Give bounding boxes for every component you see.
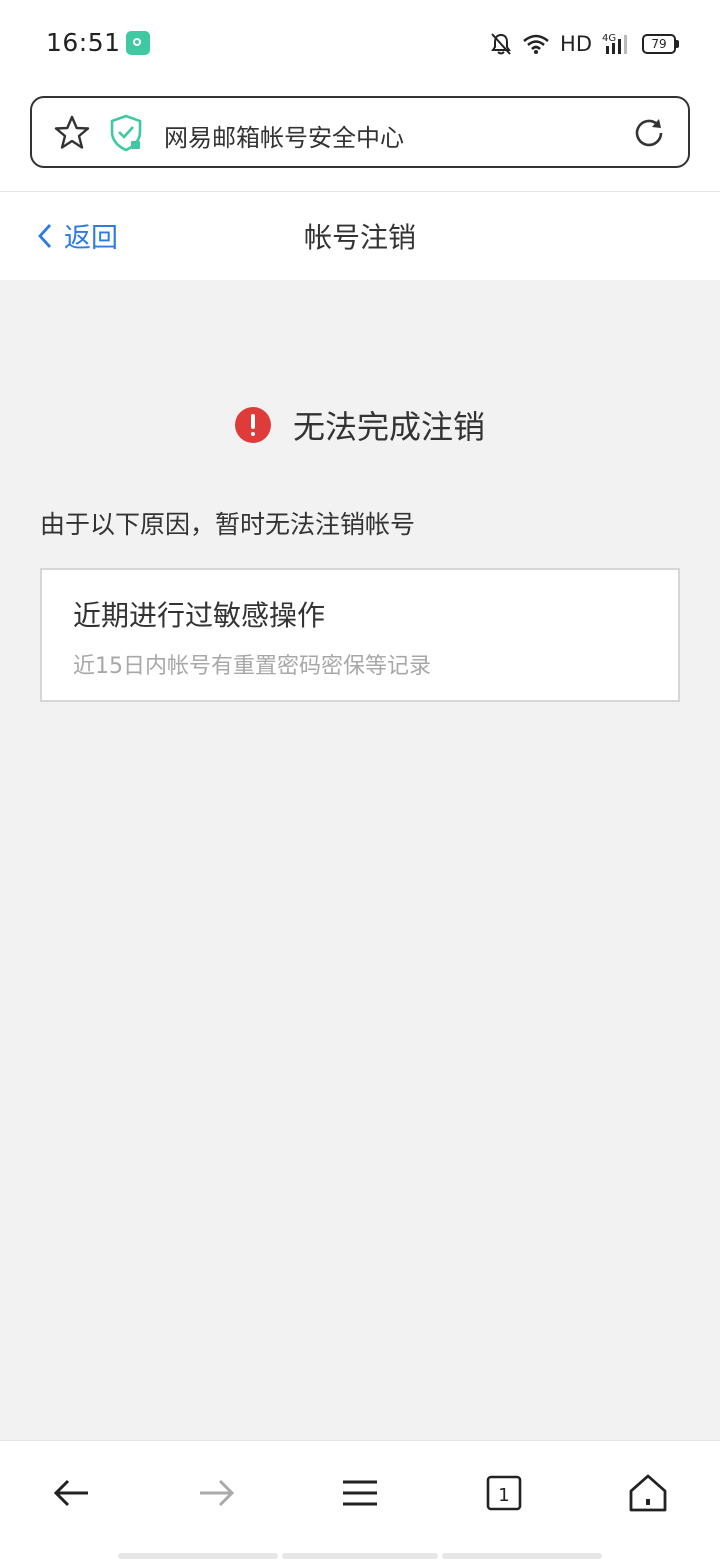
forward-arrow-icon[interactable] — [194, 1471, 238, 1515]
wifi-icon — [523, 34, 549, 54]
status-bar: 16:51 HD 4G 79 — [0, 0, 720, 90]
hd-label: HD — [560, 32, 592, 56]
app-notification-icon — [126, 31, 150, 55]
bell-off-icon — [491, 33, 511, 55]
bookmark-star-icon[interactable] — [52, 113, 92, 153]
reason-intro-text: 由于以下原因，暂时无法注销帐号 — [40, 510, 416, 539]
tab-count: 1 — [498, 1485, 509, 1506]
browser-toolbar: 网易邮箱帐号安全中心 — [0, 90, 720, 191]
reason-description: 近15日内帐号有重置密码密保等记录 — [73, 654, 431, 679]
browser-bottom-toolbar: 1 — [0, 1440, 720, 1561]
reason-title: 近期进行过敏感操作 — [73, 599, 326, 632]
menu-icon[interactable] — [338, 1471, 382, 1515]
home-icon[interactable] — [626, 1471, 670, 1515]
tabs-icon[interactable]: 1 — [482, 1471, 526, 1515]
page-header: 返回 帐号注销 — [0, 192, 720, 280]
address-bar[interactable]: 网易邮箱帐号安全中心 — [30, 96, 690, 168]
gesture-bar-segment — [442, 1553, 602, 1559]
gesture-bar-segment — [118, 1553, 278, 1559]
reload-icon[interactable] — [630, 114, 668, 152]
status-icons: HD 4G 79 — [490, 30, 679, 58]
error-header: 无法完成注销 — [0, 402, 720, 448]
page-title: 帐号注销 — [303, 221, 416, 254]
reason-card: 近期进行过敏感操作 近15日内帐号有重置密码密保等记录 — [40, 568, 680, 702]
security-shield-icon — [110, 114, 142, 152]
page-title-in-address-bar: 网易邮箱帐号安全中心 — [164, 124, 404, 152]
battery-icon: 79 — [642, 34, 679, 54]
error-title: 无法完成注销 — [292, 408, 485, 446]
cell-signal-icon: 4G — [602, 33, 627, 54]
cell-label: 4G — [602, 33, 616, 44]
back-arrow-icon[interactable] — [50, 1471, 94, 1515]
error-exclamation-icon — [234, 407, 271, 443]
status-time: 16:51 — [46, 28, 121, 57]
gesture-bar-segment — [282, 1553, 438, 1559]
